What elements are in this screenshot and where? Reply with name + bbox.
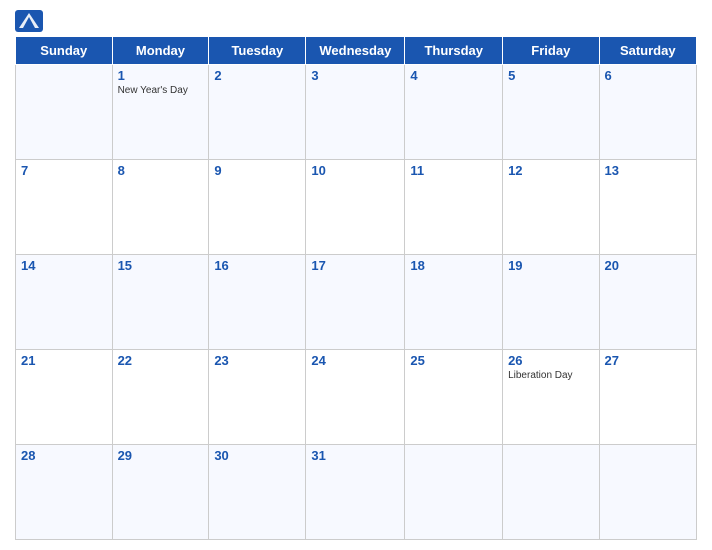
day-number: 1 [118, 68, 204, 83]
calendar-week-row: 789 10 11 12 13 [16, 160, 697, 255]
calendar-cell: 1 New Year's Day [112, 65, 209, 160]
calendar-cell: 18 [405, 255, 503, 350]
calendar-week-row: 28 29 30 31 [16, 445, 697, 540]
calendar-cell: 30 [209, 445, 306, 540]
day-number: 5 [508, 68, 593, 83]
day-number: 24 [311, 353, 399, 368]
calendar-cell: 6 [599, 65, 696, 160]
calendar-week-row: 1 New Year's Day 23456 [16, 65, 697, 160]
day-number: 25 [410, 353, 497, 368]
day-number: 29 [118, 448, 204, 463]
calendar-header [15, 10, 697, 32]
calendar-cell: 7 [16, 160, 113, 255]
day-number: 20 [605, 258, 691, 273]
calendar-cell: 28 [16, 445, 113, 540]
calendar-cell: 21 [16, 350, 113, 445]
day-number: 11 [410, 163, 497, 178]
calendar-cell: 14 [16, 255, 113, 350]
day-number: 12 [508, 163, 593, 178]
holiday-label: New Year's Day [118, 85, 204, 96]
day-number: 7 [21, 163, 107, 178]
calendar-week-row: 21 22 23 24 25 26 Liberation Day 27 [16, 350, 697, 445]
day-number: 16 [214, 258, 300, 273]
calendar-cell: 13 [599, 160, 696, 255]
weekday-header-sunday: Sunday [16, 37, 113, 65]
day-number: 4 [410, 68, 497, 83]
calendar-cell: 2 [209, 65, 306, 160]
calendar-cell: 3 [306, 65, 405, 160]
calendar-cell: 12 [503, 160, 599, 255]
calendar-cell: 26 Liberation Day [503, 350, 599, 445]
calendar-cell: 20 [599, 255, 696, 350]
day-number: 6 [605, 68, 691, 83]
calendar-cell [405, 445, 503, 540]
weekday-header-tuesday: Tuesday [209, 37, 306, 65]
day-number: 21 [21, 353, 107, 368]
calendar-cell: 22 [112, 350, 209, 445]
day-number: 31 [311, 448, 399, 463]
calendar-cell: 29 [112, 445, 209, 540]
calendar-cell: 24 [306, 350, 405, 445]
day-number: 28 [21, 448, 107, 463]
day-number: 2 [214, 68, 300, 83]
day-number: 30 [214, 448, 300, 463]
weekday-header-friday: Friday [503, 37, 599, 65]
weekday-header-saturday: Saturday [599, 37, 696, 65]
day-number: 23 [214, 353, 300, 368]
calendar-cell: 25 [405, 350, 503, 445]
calendar-table: SundayMondayTuesdayWednesdayThursdayFrid… [15, 36, 697, 540]
calendar-cell: 9 [209, 160, 306, 255]
weekday-header-wednesday: Wednesday [306, 37, 405, 65]
day-number: 19 [508, 258, 593, 273]
calendar-cell: 10 [306, 160, 405, 255]
calendar-cell [503, 445, 599, 540]
day-number: 26 [508, 353, 593, 368]
day-number: 3 [311, 68, 399, 83]
day-number: 27 [605, 353, 691, 368]
holiday-label: Liberation Day [508, 370, 593, 381]
day-number: 13 [605, 163, 691, 178]
calendar-cell: 15 [112, 255, 209, 350]
weekday-header-monday: Monday [112, 37, 209, 65]
calendar-cell [599, 445, 696, 540]
day-number: 14 [21, 258, 107, 273]
calendar-cell: 5 [503, 65, 599, 160]
logo-icon [15, 10, 43, 32]
day-number: 18 [410, 258, 497, 273]
calendar-cell: 27 [599, 350, 696, 445]
day-number: 22 [118, 353, 204, 368]
logo [15, 10, 47, 32]
weekday-header-thursday: Thursday [405, 37, 503, 65]
calendar-cell: 4 [405, 65, 503, 160]
day-number: 8 [118, 163, 204, 178]
weekday-header-row: SundayMondayTuesdayWednesdayThursdayFrid… [16, 37, 697, 65]
day-number: 17 [311, 258, 399, 273]
day-number: 15 [118, 258, 204, 273]
calendar-cell: 16 [209, 255, 306, 350]
calendar-cell: 23 [209, 350, 306, 445]
calendar-week-row: 14 15 16 17 18 19 20 [16, 255, 697, 350]
calendar-cell: 8 [112, 160, 209, 255]
calendar-cell: 11 [405, 160, 503, 255]
day-number: 9 [214, 163, 300, 178]
calendar-cell [16, 65, 113, 160]
calendar-cell: 31 [306, 445, 405, 540]
calendar-cell: 19 [503, 255, 599, 350]
calendar-cell: 17 [306, 255, 405, 350]
day-number: 10 [311, 163, 399, 178]
